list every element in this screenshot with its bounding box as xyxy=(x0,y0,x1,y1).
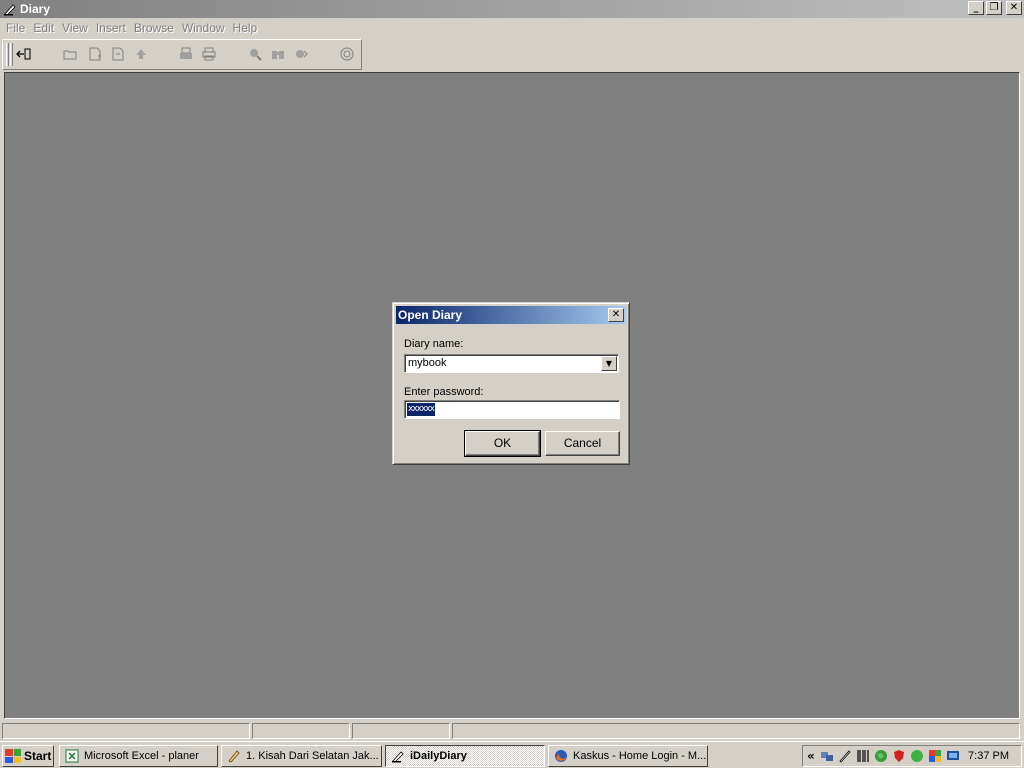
windows-logo-icon xyxy=(5,749,21,763)
shield-icon[interactable] xyxy=(891,748,907,764)
status-pane-2 xyxy=(252,723,350,739)
menu-insert[interactable]: Insert xyxy=(92,21,130,35)
taskbar-item-label: 1. Kisah Dari Selatan Jak... xyxy=(246,750,379,762)
taskbar-item-idailydiary[interactable]: iDailyDiary xyxy=(385,745,545,767)
start-button[interactable]: Start xyxy=(2,745,54,767)
firefox-icon xyxy=(553,748,569,764)
password-field[interactable]: xxxxxx xyxy=(404,400,620,419)
menu-edit[interactable]: Edit xyxy=(29,21,58,35)
menu-browse[interactable]: Browse xyxy=(130,21,178,35)
open-folder-icon[interactable] xyxy=(62,46,78,62)
pen-tool-icon[interactable] xyxy=(837,748,853,764)
barcode-icon[interactable] xyxy=(855,748,871,764)
restore-button[interactable]: ❐ xyxy=(986,1,1002,15)
tray-expand-icon[interactable]: « xyxy=(807,749,817,763)
password-label: Enter password: xyxy=(404,386,484,398)
status-pane-4 xyxy=(452,723,1020,739)
diary-name-label: Diary name: xyxy=(404,338,464,350)
exit-icon[interactable] xyxy=(16,46,32,62)
color-blocks-icon[interactable] xyxy=(927,748,943,764)
cancel-button[interactable]: Cancel xyxy=(545,431,620,456)
menu-bar: File Edit View Insert Browse Window Help xyxy=(0,18,1024,38)
menu-help[interactable]: Help xyxy=(229,21,262,35)
menu-file[interactable]: File xyxy=(2,21,29,35)
diary-app-icon xyxy=(2,1,18,17)
clock[interactable]: 7:37 PM xyxy=(968,750,1009,762)
dialog-titlebar[interactable]: Open Diary ✕ xyxy=(396,306,626,324)
diary-icon xyxy=(390,748,406,764)
status-pane-3 xyxy=(352,723,450,739)
edit-page-icon[interactable] xyxy=(110,46,126,62)
dialog-close-button[interactable]: ✕ xyxy=(608,308,624,322)
app-titlebar[interactable]: Diary _ ❐ ✕ xyxy=(0,0,1024,18)
minimize-button[interactable]: _ xyxy=(968,1,984,15)
about-icon[interactable] xyxy=(339,46,355,62)
dropdown-arrow-button[interactable]: ▼ xyxy=(601,356,617,371)
status-pane-1 xyxy=(2,723,250,739)
toolbar-grip-2 xyxy=(10,43,13,66)
taskbar-item-firefox[interactable]: Kaskus - Home Login - M... xyxy=(548,745,708,767)
print-preview-icon[interactable] xyxy=(178,46,194,62)
open-diary-dialog: Open Diary ✕ Diary name: mybook ▼ Enter … xyxy=(392,302,630,465)
find-binoculars-icon[interactable] xyxy=(270,46,286,62)
toolbar xyxy=(2,39,362,70)
diary-name-value[interactable]: mybook xyxy=(408,357,447,369)
find-next-icon[interactable] xyxy=(293,46,309,62)
taskbar-item-label: Microsoft Excel - planer xyxy=(84,750,199,762)
world-icon[interactable] xyxy=(873,748,889,764)
new-page-icon[interactable] xyxy=(87,46,103,62)
up-icon[interactable] xyxy=(133,46,149,62)
search-icon[interactable] xyxy=(247,46,263,62)
menu-window[interactable]: Window xyxy=(178,21,229,35)
toolbar-grip[interactable] xyxy=(6,43,9,66)
print-icon[interactable] xyxy=(201,46,217,62)
green-circle-icon[interactable] xyxy=(909,748,925,764)
excel-icon xyxy=(64,748,80,764)
network-icon[interactable] xyxy=(819,748,835,764)
window-title: Diary xyxy=(20,2,51,16)
password-mask: xxxxxx xyxy=(407,403,435,416)
start-label: Start xyxy=(24,749,52,763)
dialog-title: Open Diary xyxy=(398,308,463,322)
menu-view[interactable]: View xyxy=(58,21,92,35)
taskbar: Start Microsoft Excel - planer 1. Kisah … xyxy=(0,741,1024,768)
taskbar-item-label: Kaskus - Home Login - M... xyxy=(573,750,707,762)
close-window-button[interactable]: ✕ xyxy=(1006,1,1022,15)
taskbar-item-excel[interactable]: Microsoft Excel - planer xyxy=(59,745,218,767)
taskbar-item-label: iDailyDiary xyxy=(410,750,467,762)
taskbar-item-document[interactable]: 1. Kisah Dari Selatan Jak... xyxy=(221,745,382,767)
system-tray: « 7:37 PM xyxy=(802,745,1022,767)
monitor-icon[interactable] xyxy=(945,748,961,764)
diary-name-combobox[interactable]: mybook ▼ xyxy=(404,354,619,373)
status-bar xyxy=(0,722,1024,740)
document-icon xyxy=(226,748,242,764)
ok-button[interactable]: OK xyxy=(464,430,541,457)
